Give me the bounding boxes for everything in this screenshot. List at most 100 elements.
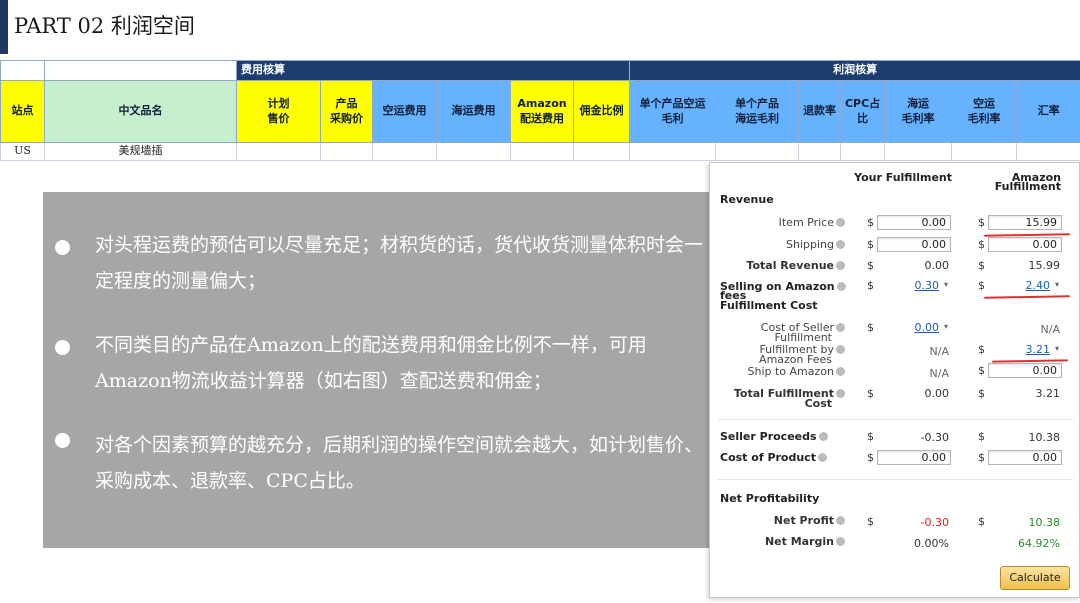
currency-symbol: $ (978, 364, 985, 377)
col-header-site: 站点 (0, 80, 45, 143)
currency-symbol: $ (867, 238, 874, 251)
help-icon[interactable] (836, 388, 845, 398)
col-header-commission: 佣金比例 (572, 80, 631, 143)
label-ship-to-amazon: Ship to Amazon (720, 366, 845, 377)
cost-of-product-amazon-input[interactable]: 0.00 (988, 450, 1062, 465)
currency-symbol: $ (867, 321, 874, 334)
help-icon[interactable] (836, 239, 845, 249)
table-row: US 美规墙插 (0, 142, 1080, 161)
cell-empty[interactable] (629, 142, 717, 161)
help-icon[interactable] (836, 281, 846, 291)
bullet-dot-icon (55, 240, 70, 255)
selling-fees-your-link[interactable]: 0.30 (877, 279, 940, 292)
help-icon[interactable] (818, 431, 828, 441)
caret-down-icon[interactable]: ▾ (944, 322, 948, 331)
col-header-purchase: 产品 采购价 (320, 80, 373, 143)
section-divider (718, 419, 1073, 420)
col-header-sea-margin: 海运 毛利率 (884, 80, 953, 143)
cell-empty[interactable] (236, 142, 321, 161)
net-margin-amazon: 64.92% (1018, 537, 1060, 550)
help-icon[interactable] (836, 344, 845, 354)
label-item-price: Item Price (720, 217, 845, 228)
shipping-your-input[interactable]: 0.00 (877, 237, 951, 252)
currency-symbol: $ (867, 451, 874, 464)
group-blank-cell (0, 60, 45, 81)
annotation-underline (983, 295, 1071, 299)
help-icon[interactable] (817, 452, 827, 462)
fba-fees-amazon-link[interactable]: 3.21 (988, 343, 1051, 356)
total-revenue-your: 0.00 (924, 259, 950, 272)
item-price-your-input[interactable]: 0.00 (877, 215, 951, 230)
col-header-price: 计划 售价 (236, 80, 321, 143)
cell-empty[interactable] (510, 142, 574, 161)
net-profit-your: -0.30 (920, 516, 949, 529)
help-icon[interactable] (836, 366, 845, 376)
help-icon[interactable] (836, 515, 845, 525)
group-header-cost: 费用核算 (235, 60, 631, 81)
net-margin-your: 0.00% (914, 537, 949, 550)
label-cost-of-product: Cost of Product (720, 451, 827, 464)
currency-symbol: $ (867, 216, 874, 229)
cell-empty[interactable] (320, 142, 373, 161)
caret-down-icon[interactable]: ▾ (1055, 344, 1059, 353)
cell-empty[interactable] (1016, 142, 1080, 161)
cell-site[interactable]: US (0, 142, 45, 161)
currency-symbol: $ (978, 515, 985, 528)
currency-symbol: $ (867, 387, 874, 400)
col-header-sea: 海运费用 (436, 80, 511, 143)
currency-symbol: $ (867, 515, 874, 528)
selling-fees-amazon-link[interactable]: 2.40 (988, 279, 1051, 292)
ship-to-amazon-your: N/A (929, 367, 949, 380)
help-icon[interactable] (836, 536, 845, 546)
shipping-amazon-input[interactable]: 0.00 (988, 237, 1062, 252)
caret-down-icon[interactable]: ▾ (1055, 280, 1059, 289)
section-fulfillment-cost: Fulfillment Cost (720, 299, 818, 312)
col-header-air: 空运费用 (372, 80, 437, 143)
currency-symbol: $ (978, 451, 985, 464)
cell-empty[interactable] (840, 142, 886, 161)
caret-down-icon[interactable]: ▾ (944, 280, 948, 289)
title-accent-bar (0, 0, 8, 54)
cell-empty[interactable] (572, 142, 631, 161)
cell-empty[interactable] (798, 142, 842, 161)
cell-empty[interactable] (884, 142, 953, 161)
ship-to-amazon-input[interactable]: 0.00 (988, 363, 1062, 378)
fba-revenue-calculator: Your Fulfillment Amazon Fulfillment Reve… (709, 162, 1080, 598)
col-header-your-fulfillment: Your Fulfillment (854, 171, 952, 184)
section-divider (718, 479, 1073, 480)
label-fba-fees-line2: Amazon Fees (759, 353, 832, 366)
bullet-text: 对头程运费的预估可以尽量充足；材积货的话，货代收货测量体积时会一定程度的测量偏大… (95, 234, 704, 292)
section-revenue: Revenue (720, 193, 774, 206)
currency-symbol: $ (978, 238, 985, 251)
group-blank-cell (44, 60, 237, 81)
cell-empty[interactable] (951, 142, 1018, 161)
cell-name[interactable]: 美规墙插 (44, 142, 237, 161)
total-fulfillment-amazon: 3.21 (1035, 387, 1061, 400)
seller-proceeds-amazon: 10.38 (1028, 431, 1061, 444)
col-header-name: 中文品名 (44, 80, 237, 143)
profit-sheet-table: 费用核算 利润核算 站点 中文品名 计划 售价 产品 采购价 空运费用 海运费用… (0, 60, 1080, 161)
label-total-revenue: Total Revenue (720, 260, 845, 271)
item-price-amazon-input[interactable]: 15.99 (988, 215, 1062, 230)
calculate-button[interactable]: Calculate (1000, 566, 1070, 590)
notes-panel: 对头程运费的预估可以尽量充足；材积货的话，货代收货测量体积时会一定程度的测量偏大… (43, 192, 711, 548)
currency-symbol: $ (978, 216, 985, 229)
cost-seller-your-link[interactable]: 0.00 (877, 321, 940, 334)
help-icon[interactable] (836, 322, 845, 332)
currency-symbol: $ (867, 259, 874, 272)
help-icon[interactable] (836, 260, 845, 270)
col-header-refund: 退款率 (798, 80, 842, 143)
cost-of-product-your-input[interactable]: 0.00 (877, 450, 951, 465)
cell-empty[interactable] (436, 142, 511, 161)
cell-empty[interactable] (715, 142, 800, 161)
col-header-unit-air: 单个产品空运 毛利 (629, 80, 717, 143)
column-header-row: 站点 中文品名 计划 售价 产品 采购价 空运费用 海运费用 Amazon 配送… (0, 80, 1080, 143)
cell-empty[interactable] (372, 142, 437, 161)
help-icon[interactable] (836, 217, 845, 227)
col-header-air-margin: 空运 毛利率 (951, 80, 1018, 143)
seller-proceeds-your: -0.30 (920, 431, 949, 444)
currency-symbol: $ (978, 387, 985, 400)
bullet-text: 不同类目的产品在Amazon上的配送费用和佣金比例不一样，可用Amazon物流收… (95, 334, 647, 392)
label-cost-seller-line2: Fulfillment (774, 331, 832, 344)
label-total-fulfillment-line2: Cost (804, 397, 832, 410)
